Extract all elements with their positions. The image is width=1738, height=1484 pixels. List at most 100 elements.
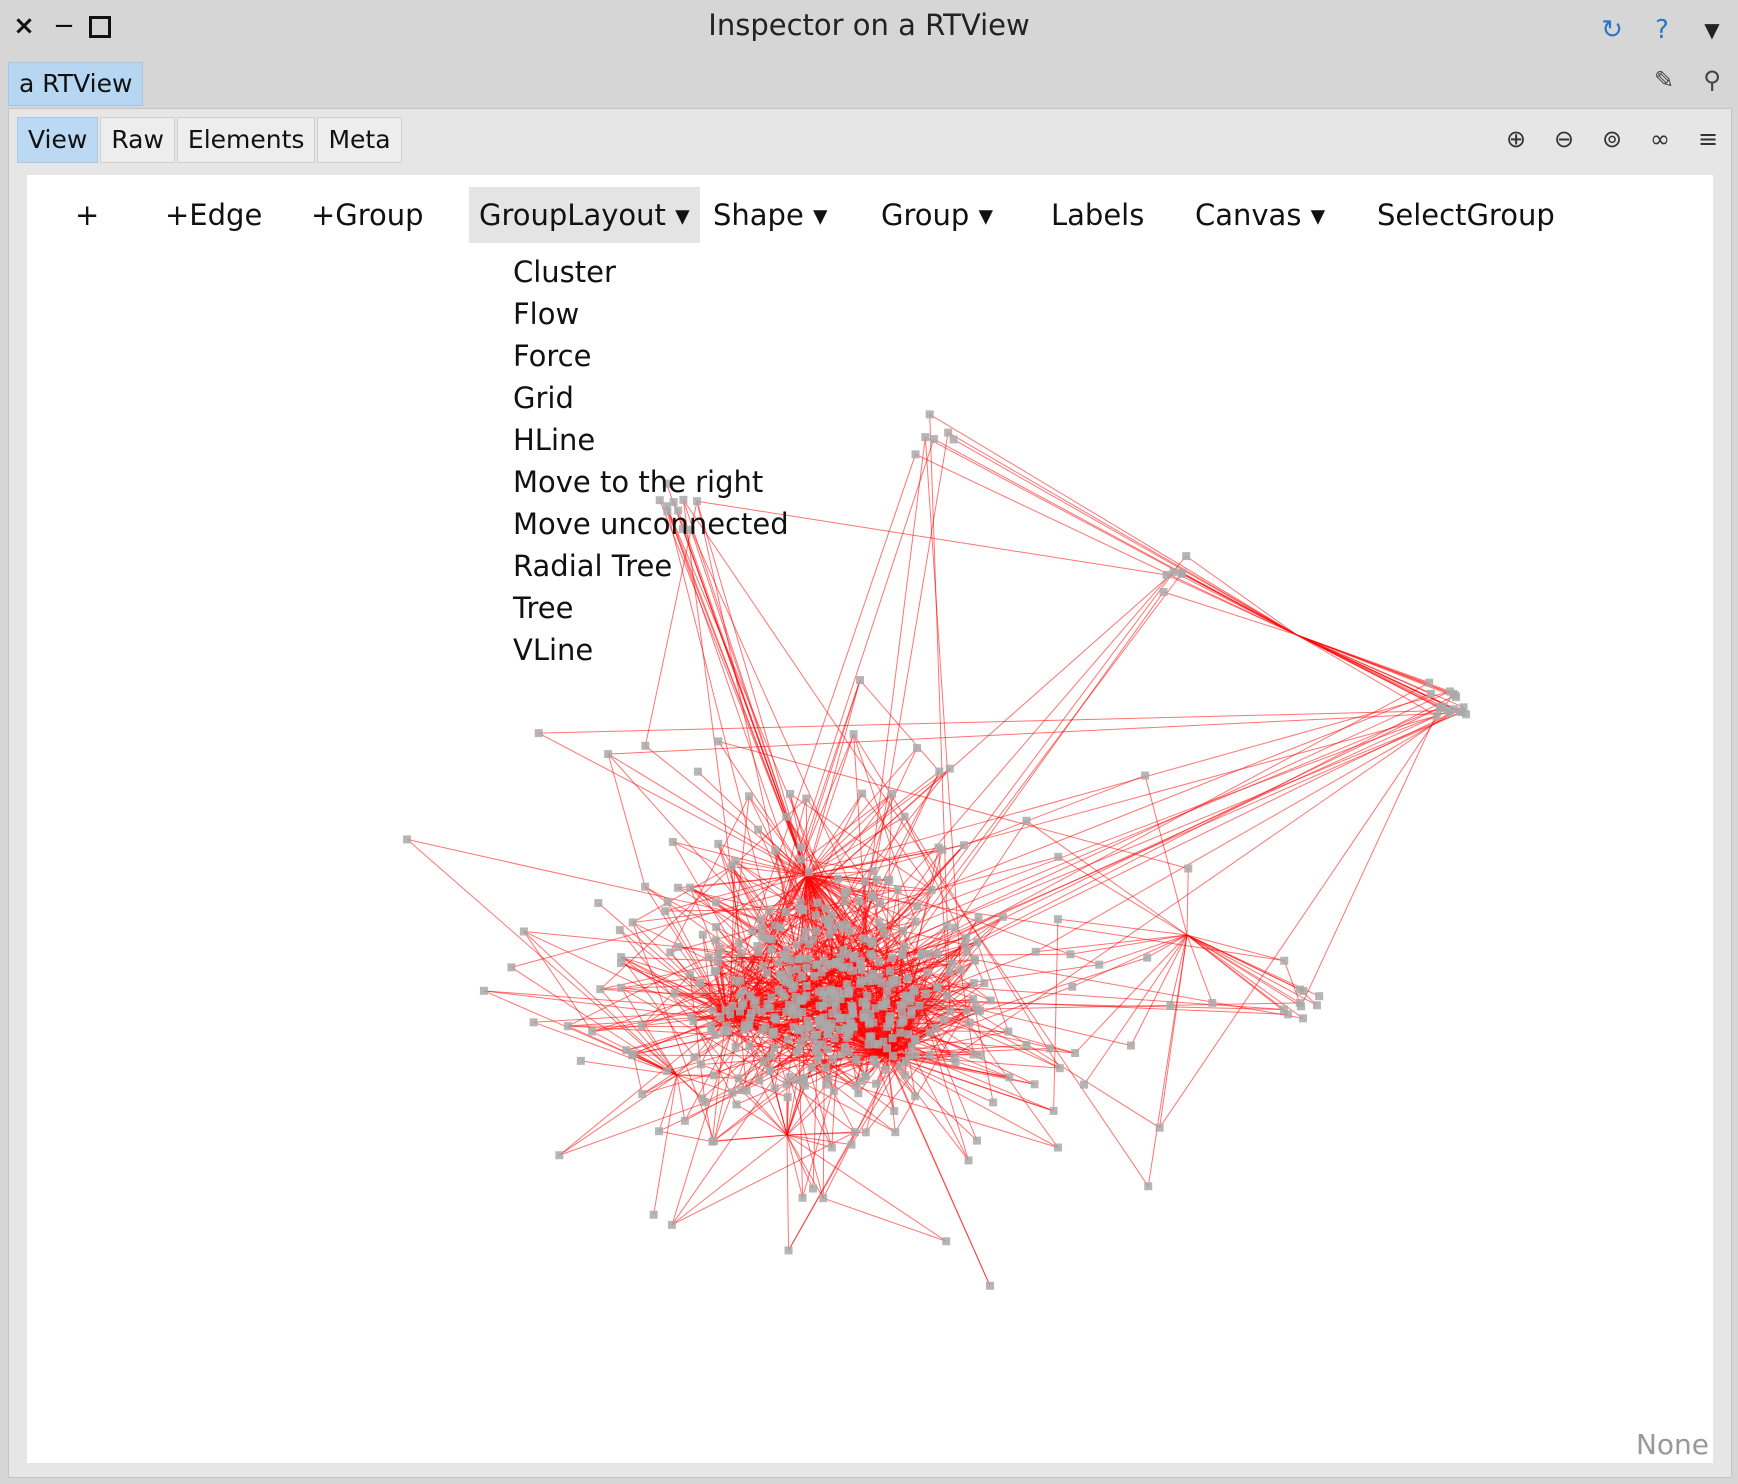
graph-node[interactable] bbox=[747, 1009, 756, 1018]
graph-node[interactable] bbox=[1184, 864, 1193, 873]
graph-node[interactable] bbox=[893, 885, 902, 894]
graph-node[interactable] bbox=[663, 898, 672, 907]
graph-node[interactable] bbox=[840, 888, 849, 897]
graph-node[interactable] bbox=[695, 978, 704, 987]
graph-node[interactable] bbox=[823, 1045, 832, 1054]
graph-node[interactable] bbox=[964, 1156, 973, 1165]
graph-node[interactable] bbox=[1445, 687, 1454, 696]
graph-node[interactable] bbox=[796, 843, 805, 852]
menu-canvas[interactable]: Canvas ▾ bbox=[1195, 187, 1325, 243]
graph-node[interactable] bbox=[828, 1009, 837, 1018]
graph-node[interactable] bbox=[1425, 678, 1434, 687]
graph-node[interactable] bbox=[849, 730, 858, 739]
layout-option-move-unconnected[interactable]: Move unconnected bbox=[513, 503, 789, 545]
graph-node[interactable] bbox=[785, 1073, 794, 1082]
graph-node[interactable] bbox=[818, 1002, 827, 1011]
graph-node[interactable] bbox=[529, 1018, 538, 1027]
graph-node[interactable] bbox=[1155, 1123, 1164, 1132]
graph-node[interactable] bbox=[563, 1022, 572, 1031]
graph-node[interactable] bbox=[898, 949, 907, 958]
graph-node[interactable] bbox=[792, 940, 801, 949]
graph-node[interactable] bbox=[886, 1012, 895, 1021]
graph-node[interactable] bbox=[1080, 1080, 1089, 1089]
graph-node[interactable] bbox=[1312, 1001, 1321, 1010]
graph-node[interactable] bbox=[855, 897, 864, 906]
graph-node[interactable] bbox=[972, 1136, 981, 1145]
graph-node[interactable] bbox=[731, 1042, 740, 1051]
graph-node[interactable] bbox=[864, 1040, 873, 1049]
graph-node[interactable] bbox=[615, 926, 624, 935]
graph-node[interactable] bbox=[872, 875, 881, 884]
graph-node[interactable] bbox=[686, 883, 695, 892]
graph-node[interactable] bbox=[1208, 998, 1217, 1007]
graph-node[interactable] bbox=[711, 936, 720, 945]
graph-node[interactable] bbox=[765, 906, 774, 915]
layout-option-force[interactable]: Force bbox=[513, 335, 789, 377]
graph-node[interactable] bbox=[735, 939, 744, 948]
graph-node[interactable] bbox=[1182, 552, 1191, 561]
graph-node[interactable] bbox=[890, 1107, 899, 1116]
graph-node[interactable] bbox=[767, 945, 776, 954]
graph-node[interactable] bbox=[714, 737, 723, 746]
graph-node[interactable] bbox=[1045, 1044, 1054, 1053]
graph-node[interactable] bbox=[712, 898, 721, 907]
graph-node[interactable] bbox=[1299, 986, 1308, 995]
tab-elements[interactable]: Elements bbox=[176, 117, 316, 163]
graph-node[interactable] bbox=[935, 767, 944, 776]
graph-node[interactable] bbox=[798, 1193, 807, 1202]
graph-node[interactable] bbox=[929, 435, 938, 444]
graph-node[interactable] bbox=[638, 1090, 647, 1099]
graph-node[interactable] bbox=[868, 939, 877, 948]
menu-group[interactable]: Group ▾ bbox=[881, 187, 993, 243]
graph-node[interactable] bbox=[731, 976, 740, 985]
graph-node[interactable] bbox=[949, 435, 958, 444]
graph-node[interactable] bbox=[885, 967, 894, 976]
graph-node[interactable] bbox=[1457, 708, 1466, 717]
graph-node[interactable] bbox=[868, 969, 877, 978]
graph-node[interactable] bbox=[845, 1026, 854, 1035]
graph-node[interactable] bbox=[998, 912, 1007, 921]
graph-node[interactable] bbox=[830, 1034, 839, 1043]
layout-option-vline[interactable]: VLine bbox=[513, 629, 789, 671]
graph-node[interactable] bbox=[802, 982, 811, 991]
graph-node[interactable] bbox=[1053, 1143, 1062, 1152]
graph-node[interactable] bbox=[534, 729, 543, 738]
graph-node[interactable] bbox=[921, 433, 930, 442]
graph-node[interactable] bbox=[780, 992, 789, 1001]
graph-node[interactable] bbox=[479, 986, 488, 995]
graph-node[interactable] bbox=[796, 1038, 805, 1047]
graph-node[interactable] bbox=[840, 1042, 849, 1051]
zoom-out-icon[interactable]: ⊖ bbox=[1547, 123, 1581, 155]
graph-node[interactable] bbox=[714, 839, 723, 848]
graph-node[interactable] bbox=[925, 1050, 934, 1059]
graph-node[interactable] bbox=[819, 1194, 828, 1203]
graph-node[interactable] bbox=[969, 978, 978, 987]
graph-node[interactable] bbox=[728, 1088, 737, 1097]
graph-node[interactable] bbox=[762, 968, 771, 977]
layout-option-grid[interactable]: Grid bbox=[513, 377, 789, 419]
graph-node[interactable] bbox=[770, 1084, 779, 1093]
graph-node[interactable] bbox=[1166, 1001, 1175, 1010]
graph-node[interactable] bbox=[976, 1006, 985, 1015]
graph-node[interactable] bbox=[883, 1022, 892, 1031]
tab-raw[interactable]: Raw bbox=[100, 117, 175, 163]
graph-node[interactable] bbox=[758, 1025, 767, 1034]
graph-node[interactable] bbox=[637, 1022, 646, 1031]
graph-node[interactable] bbox=[872, 1059, 881, 1068]
graph-node[interactable] bbox=[765, 1065, 774, 1074]
graph-node[interactable] bbox=[674, 942, 683, 951]
graph-node[interactable] bbox=[904, 1030, 913, 1039]
graph-node[interactable] bbox=[1126, 1041, 1135, 1050]
graph-node[interactable] bbox=[803, 954, 812, 963]
graph-node[interactable] bbox=[754, 825, 763, 834]
graph-node[interactable] bbox=[1432, 712, 1441, 721]
graph-node[interactable] bbox=[739, 986, 748, 995]
graph-node[interactable] bbox=[776, 923, 785, 932]
graph-node[interactable] bbox=[712, 923, 721, 932]
graph-node[interactable] bbox=[782, 1080, 791, 1089]
graph-node[interactable] bbox=[782, 812, 791, 821]
menu-add-edge[interactable]: +Edge bbox=[165, 187, 262, 243]
graph-node[interactable] bbox=[817, 968, 826, 977]
graph-node[interactable] bbox=[617, 983, 626, 992]
graph-node[interactable] bbox=[896, 1001, 905, 1010]
